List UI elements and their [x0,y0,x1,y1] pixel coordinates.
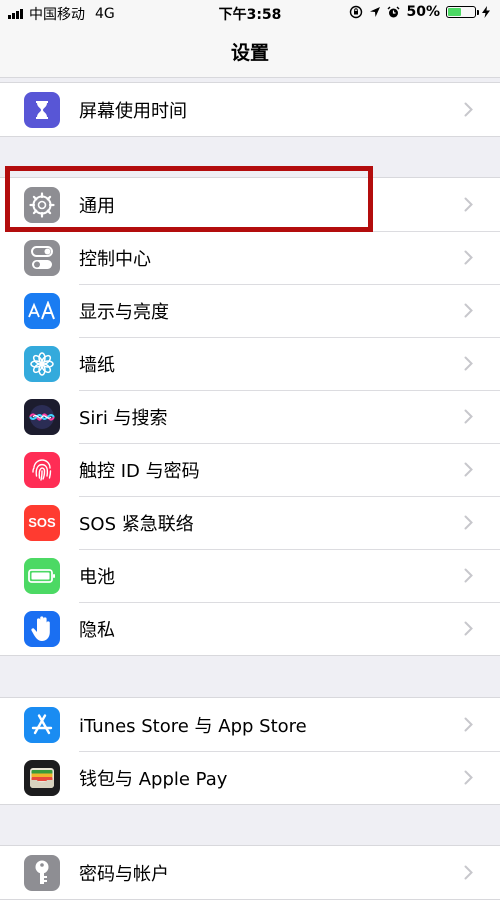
settings-row-display-brightness[interactable]: 显示与亮度 [0,284,500,337]
settings-row-privacy[interactable]: 隐私 [0,602,500,655]
page-title: 设置 [230,42,269,64]
settings-row-screen-time[interactable]: 屏幕使用时间 [0,83,500,136]
settings-row-itunes-app-store[interactable]: iTunes Store 与 App Store [0,698,500,751]
settings-group-stores: iTunes Store 与 App Store 钱包与 Apple Pay [0,697,500,805]
fingerprint-icon [24,451,60,488]
settings-row-label: iTunes Store 与 App Store [79,715,307,737]
toggle-switches-icon [24,239,60,276]
chevron-right-icon [458,621,478,636]
settings-row-touch-id-passcode[interactable]: 触控 ID 与密码 [0,443,500,496]
hand-icon [24,610,60,647]
settings-row-label: 通用 [79,195,115,217]
settings-row-label: 控制中心 [79,248,151,270]
siri-icon [24,398,60,435]
flower-icon [24,345,60,382]
settings-row-label: 屏幕使用时间 [79,100,187,122]
chevron-right-icon [458,303,478,318]
settings-row-control-center[interactable]: 控制中心 [0,231,500,284]
hourglass-icon [24,91,60,128]
location-arrow-icon [370,7,381,17]
charging-bolt-icon [482,6,490,18]
chevron-right-icon [458,250,478,265]
settings-row-label: 钱包与 Apple Pay [79,768,228,790]
battery-percentage: 50% [406,4,440,20]
settings-row-battery[interactable]: 电池 [0,549,500,602]
battery-level-icon [446,6,479,18]
battery-icon [24,557,60,594]
settings-row-passwords-accounts[interactable]: 密码与帐户 [0,846,500,899]
settings-row-label: 触控 ID 与密码 [79,460,200,482]
chevron-right-icon [458,409,478,424]
settings-row-siri-search[interactable]: Siri 与搜索 [0,390,500,443]
settings-row-wallpaper[interactable]: 墙纸 [0,337,500,390]
sos-icon-text: SOS [28,515,56,530]
gear-icon [24,186,60,223]
chevron-right-icon [458,515,478,530]
settings-row-label: 墙纸 [79,354,115,376]
settings-group-screen-time: 屏幕使用时间 [0,82,500,137]
chevron-right-icon [458,462,478,477]
settings-row-emergency-sos[interactable]: SOS SOS 紧急联络 [0,496,500,549]
settings-row-label: 显示与亮度 [79,301,169,323]
orientation-lock-icon [350,5,363,19]
chevron-right-icon [458,197,478,212]
settings-row-wallet-apple-pay[interactable]: 钱包与 Apple Pay [0,751,500,804]
alarm-icon [387,6,400,17]
text-size-icon [24,292,60,329]
settings-row-label: SOS 紧急联络 [79,513,194,535]
settings-row-label: 电池 [79,566,115,588]
chevron-right-icon [458,102,478,117]
settings-row-general[interactable]: 通用 [0,178,500,231]
wallet-icon [24,759,60,796]
sos-icon: SOS [24,504,60,541]
chevron-right-icon [458,770,478,785]
app-store-icon [24,706,60,743]
chevron-right-icon [458,568,478,583]
chevron-right-icon [458,717,478,732]
settings-group-general: 通用 控制中心 显示与亮度 墙纸 Siri 与搜索 触控 ID 与密码 SOS … [0,177,500,656]
settings-row-label: 隐私 [79,619,115,641]
chevron-right-icon [458,865,478,880]
settings-group-accounts: 密码与帐户 [0,845,500,900]
chevron-right-icon [458,356,478,371]
settings-row-label: Siri 与搜索 [79,407,168,429]
navigation-bar: 设置 [0,26,500,78]
key-icon [24,854,60,891]
status-bar: 中国移动 4G 下午3:58 50% [0,0,500,26]
settings-row-label: 密码与帐户 [79,863,169,885]
